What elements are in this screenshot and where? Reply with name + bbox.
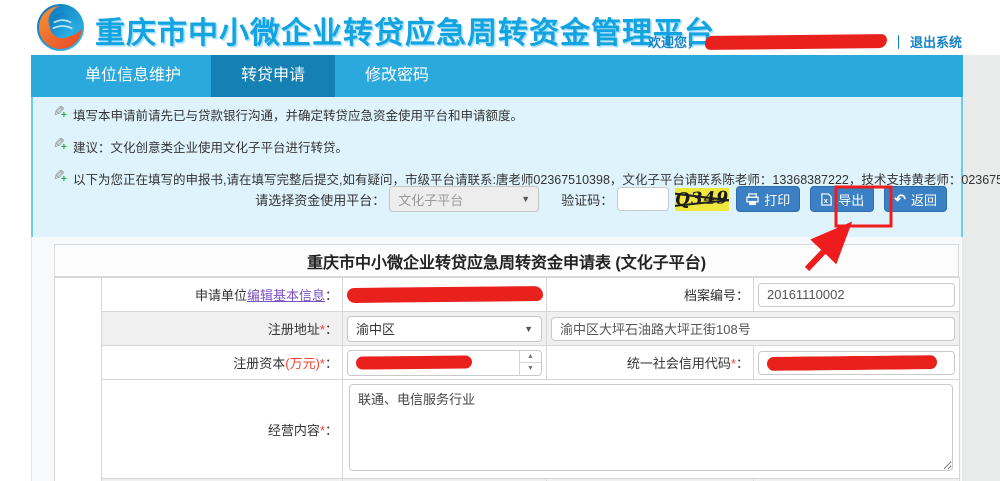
notice-panel: ✎ + 填写本申请前请先已与贷款银行沟通，并确定转贷应急资金使用平台和申请额度。… (31, 97, 963, 237)
pencil-icon: ✎ + (53, 137, 69, 153)
table-row: 注册资本(万元)*： ▲ ▼ 统一社会信用代码*： (55, 346, 960, 380)
applicant-label-cell: 申请单位编辑基本信息： (102, 278, 343, 312)
reg-address-label-cell: 注册地址*： (102, 312, 343, 346)
main-nav: 单位信息维护 转贷申请 修改密码 (31, 55, 963, 97)
application-form-section: 重庆市中小微企业转贷应急周转资金申请表 (文化子平台) 申请单位编辑基本信息： … (31, 237, 963, 481)
district-select-value: 渝中区 (356, 319, 395, 338)
table-row: 经营内容*： 联通、电信服务行业 (55, 380, 960, 479)
platform-select[interactable]: 文化子平台 ▼ (389, 186, 539, 212)
export-button-label: 导出 (838, 190, 864, 209)
excel-file-icon: x (820, 193, 833, 206)
district-select[interactable]: 渝中区 ▼ (347, 316, 542, 342)
captcha-input[interactable] (617, 187, 669, 211)
printer-icon (746, 193, 759, 206)
export-button[interactable]: x 导出 (810, 186, 874, 212)
credit-code-input-cell (754, 346, 960, 380)
reg-capital-label-cell: 注册资本(万元)*： (102, 346, 343, 380)
business-textarea-cell: 联通、电信服务行业 (343, 380, 960, 479)
welcome-text: 欢迎您， (648, 32, 700, 51)
application-form-table: 申请单位编辑基本信息： 档案编号： 注册地址*： 渝中区 (54, 277, 960, 481)
platform-select-value: 文化子平台 (398, 190, 463, 209)
return-arrow-icon: ↶ (894, 192, 906, 206)
platform-select-label: 请选择资金使用平台： (255, 190, 385, 209)
registered-address-input[interactable] (551, 317, 955, 341)
archive-number-input[interactable] (758, 283, 955, 307)
notice-line: ✎ + 建议：文化创意类企业使用文化子平台进行转贷。 (53, 137, 348, 156)
section-spacer-cell (55, 278, 102, 481)
chevron-down-icon: ▼ (521, 194, 530, 204)
back-button-label: 返回 (911, 190, 937, 209)
username-redaction-scribble (705, 34, 887, 50)
archive-value-cell (754, 278, 960, 312)
spinner-up-icon[interactable]: ▲ (520, 351, 541, 363)
tab-unit-info[interactable]: 单位信息维护 (55, 55, 211, 97)
tab-change-password[interactable]: 修改密码 (335, 55, 459, 97)
spinner-down-icon[interactable]: ▼ (520, 362, 541, 375)
print-button[interactable]: 打印 (736, 186, 800, 212)
chevron-down-icon: ▼ (524, 324, 533, 334)
captcha-label: 验证码： (561, 190, 613, 209)
svg-text:x: x (824, 196, 829, 205)
print-button-label: 打印 (764, 190, 790, 209)
form-title: 重庆市中小微企业转贷应急周转资金申请表 (文化子平台) (54, 244, 959, 277)
right-gutter (963, 55, 1000, 481)
number-spinner[interactable]: ▲ ▼ (519, 351, 541, 375)
table-row: 申请单位编辑基本信息： 档案编号： (55, 278, 960, 312)
edit-basic-info-link[interactable]: 编辑基本信息 (247, 288, 325, 303)
notice-text: 建议：文化创意类企业使用文化子平台进行转贷。 (73, 137, 348, 156)
credit-code-label-cell: 统一社会信用代码*： (547, 346, 754, 380)
business-content-textarea[interactable]: 联通、电信服务行业 (349, 384, 953, 471)
app-logo-icon (36, 3, 85, 52)
page-title: 重庆市中小微企业转贷应急周转资金管理平台 (95, 8, 715, 52)
registered-capital-input[interactable]: ▲ ▼ (347, 350, 542, 376)
pencil-icon: ✎ + (53, 169, 69, 185)
applicant-value-cell (343, 278, 547, 312)
captcha-image-text: Q349 (675, 188, 729, 210)
table-row: 注册地址*： 渝中区 ▼ (55, 312, 960, 346)
pencil-icon: ✎ + (53, 105, 69, 121)
district-select-cell: 渝中区 ▼ (343, 312, 547, 346)
address-input-cell (547, 312, 960, 346)
app-window: 重庆市中小微企业转贷应急周转资金管理平台 欢迎您， ｜ 退出系统 单位信息维护 … (0, 0, 1000, 481)
tab-loan-application[interactable]: 转贷申请 (211, 55, 335, 97)
logout-link[interactable]: 退出系统 (910, 32, 962, 51)
capital-input-cell: ▲ ▼ (343, 346, 547, 380)
notice-text: 填写本申请前请先已与贷款银行沟通，并确定转贷应急资金使用平台和申请额度。 (73, 105, 523, 124)
archive-label-cell: 档案编号： (547, 278, 754, 312)
app-header: 重庆市中小微企业转贷应急周转资金管理平台 欢迎您， ｜ 退出系统 (0, 0, 1000, 55)
notice-line: ✎ + 填写本申请前请先已与贷款银行沟通，并确定转贷应急资金使用平台和申请额度。 (53, 105, 523, 124)
platform-toolbar: 请选择资金使用平台： 文化子平台 ▼ 验证码： Q349 打印 (33, 185, 965, 213)
company-name-redaction-scribble (347, 286, 543, 303)
credit-code-redaction-scribble (767, 355, 937, 371)
credit-code-input[interactable] (758, 351, 955, 375)
separator: ｜ (892, 32, 905, 51)
captcha-image[interactable]: Q349 (675, 188, 729, 211)
welcome-bar: 欢迎您， ｜ 退出系统 (648, 32, 962, 51)
back-button[interactable]: ↶ 返回 (884, 186, 947, 212)
business-label-cell: 经营内容*： (102, 380, 343, 479)
capital-redaction-scribble (356, 355, 472, 369)
